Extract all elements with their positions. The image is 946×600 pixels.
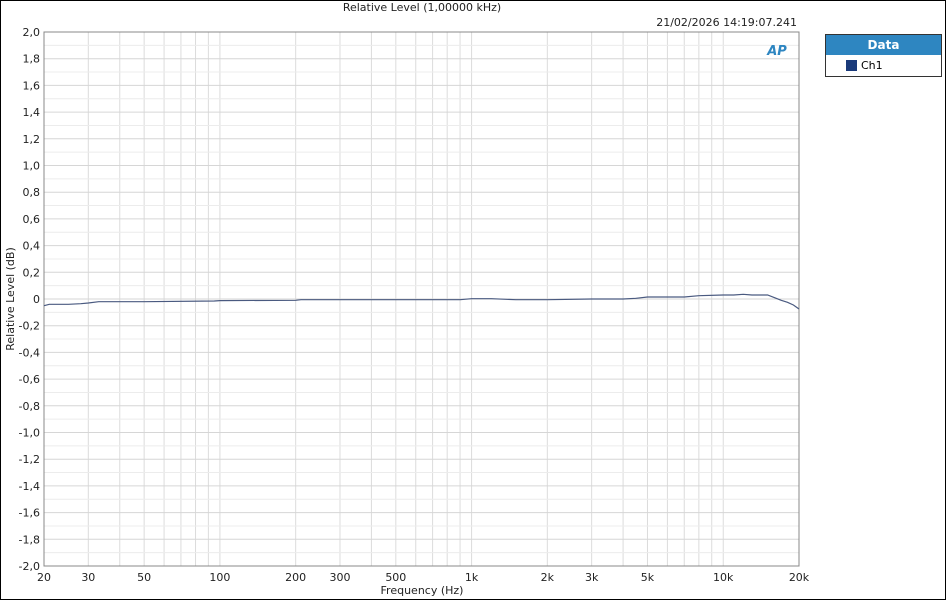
y-tick-label: 0 bbox=[33, 293, 40, 306]
y-tick-label: -0,4 bbox=[19, 346, 40, 359]
y-tick-label: -1,4 bbox=[19, 480, 40, 493]
chart-title: Relative Level (1,00000 kHz) bbox=[343, 1, 501, 14]
y-tick-label: -1,0 bbox=[19, 427, 40, 440]
y-tick-label: 1,4 bbox=[23, 106, 41, 119]
x-tick-label: 300 bbox=[329, 571, 350, 584]
y-tick-label: 1,2 bbox=[23, 133, 41, 146]
legend-swatch bbox=[846, 59, 857, 71]
y-tick-label: 0,8 bbox=[23, 186, 41, 199]
legend-title: Data bbox=[826, 35, 941, 55]
legend: Data Ch1 bbox=[825, 34, 942, 77]
x-tick-label: 500 bbox=[385, 571, 406, 584]
x-tick-label: 2k bbox=[541, 571, 555, 584]
legend-item-ch1[interactable]: Ch1 bbox=[826, 55, 941, 75]
y-tick-label: -0,2 bbox=[19, 320, 40, 333]
x-tick-label: 20 bbox=[37, 571, 51, 584]
legend-label: Ch1 bbox=[861, 58, 883, 72]
x-axis-label: Frequency (Hz) bbox=[381, 584, 464, 597]
x-tick-label: 1k bbox=[465, 571, 479, 584]
y-tick-label: -0,8 bbox=[19, 400, 40, 413]
y-tick-label: 0,4 bbox=[23, 240, 41, 253]
y-tick-label: 0,6 bbox=[23, 213, 41, 226]
x-tick-label: 30 bbox=[81, 571, 95, 584]
y-tick-label: -0,6 bbox=[19, 373, 40, 386]
x-tick-label: 100 bbox=[209, 571, 230, 584]
y-tick-label: 0,2 bbox=[23, 266, 41, 279]
x-tick-label: 20k bbox=[789, 571, 810, 584]
chart: Relative Level (1,00000 kHz) 21/02/2026 … bbox=[4, 1, 810, 597]
y-tick-label: -1,2 bbox=[19, 453, 40, 466]
x-tick-label: 5k bbox=[641, 571, 655, 584]
x-tick-label: 3k bbox=[585, 571, 599, 584]
y-axis-label: Relative Level (dB) bbox=[4, 247, 17, 351]
x-tick-label: 10k bbox=[713, 571, 734, 584]
x-tick-label: 200 bbox=[285, 571, 306, 584]
timestamp: 21/02/2026 14:19:07.241 bbox=[656, 16, 797, 29]
y-tick-label: 1,8 bbox=[23, 53, 41, 66]
y-tick-label: 2,0 bbox=[23, 26, 41, 39]
y-tick-label: 1,0 bbox=[23, 160, 41, 173]
y-tick-label: -1,6 bbox=[19, 507, 40, 520]
y-tick-label: -1,8 bbox=[19, 533, 40, 546]
y-tick-label: 1,6 bbox=[23, 79, 41, 92]
ap-logo: AP bbox=[766, 44, 787, 59]
series-line-ch1 bbox=[43, 293, 800, 310]
x-tick-label: 50 bbox=[137, 571, 151, 584]
